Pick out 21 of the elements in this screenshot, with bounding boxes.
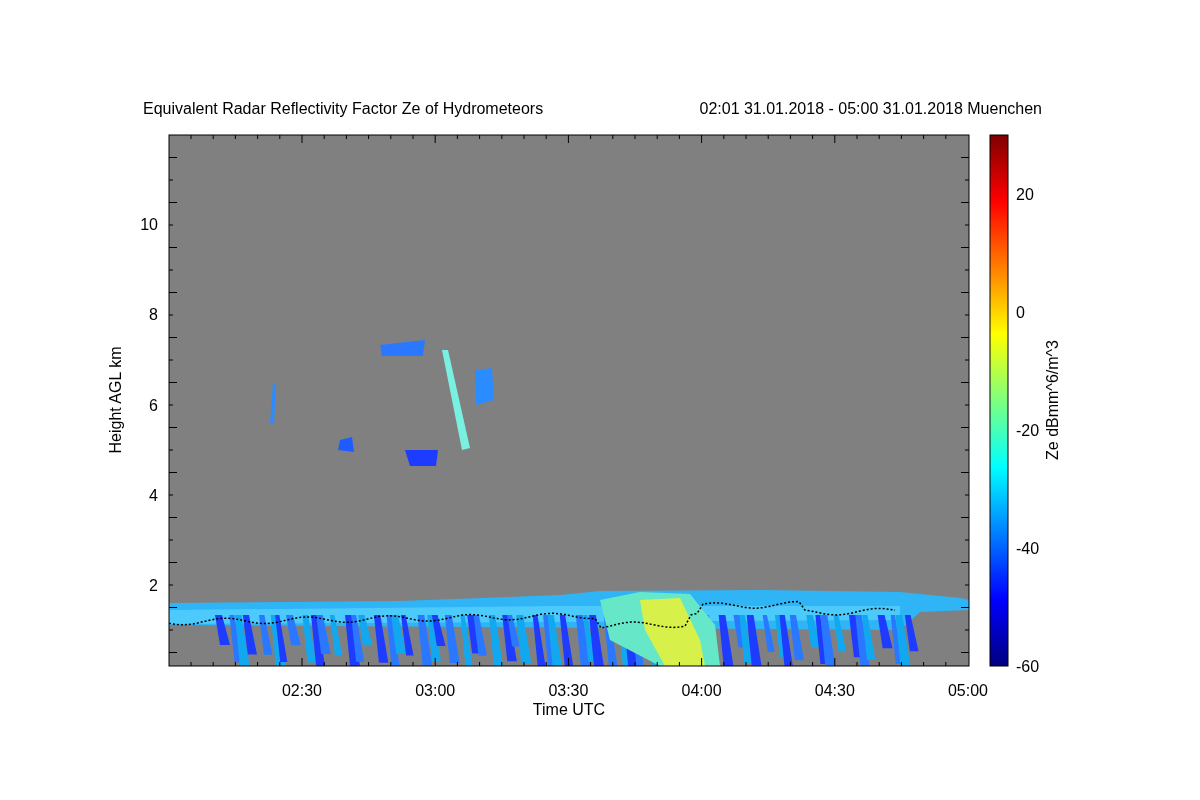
x-tick-label: 05:00: [948, 682, 988, 699]
x-tick-label: 02:30: [282, 682, 322, 699]
colorbar-tick-label: -60: [1016, 658, 1040, 675]
colorbar-tick-label: 0: [1016, 304, 1025, 321]
chart-title: Equivalent Radar Reflectivity Factor Ze of Hydrometeors: [143, 100, 544, 117]
x-tick-label: 03:30: [548, 682, 589, 699]
x-tick-label: 04:30: [814, 682, 855, 699]
y-tick-label: 4: [149, 486, 158, 504]
x-tick-label: 04:00: [681, 682, 722, 699]
colorbar-tick-label: -20: [1016, 422, 1040, 439]
y-tick-label: 6: [149, 396, 158, 414]
y-tick-label: 2: [149, 577, 158, 595]
y-tick-label: 8: [149, 306, 158, 324]
time-range-label: 02:01 31.01.2018 - 05:00 31.01.2018 Muenchen: [699, 100, 1042, 117]
colorbar-tick-label: 20: [1016, 186, 1034, 203]
x-tick-label: 03:00: [415, 682, 456, 699]
y-axis-label: Height AGL km: [107, 346, 124, 454]
colorbar-tick-label: -40: [1016, 540, 1040, 557]
colorbar-label: Ze dBmm^6/m^3: [1044, 340, 1061, 460]
x-axis-label: Time UTC: [532, 701, 606, 718]
y-tick-label: 10: [140, 216, 158, 233]
